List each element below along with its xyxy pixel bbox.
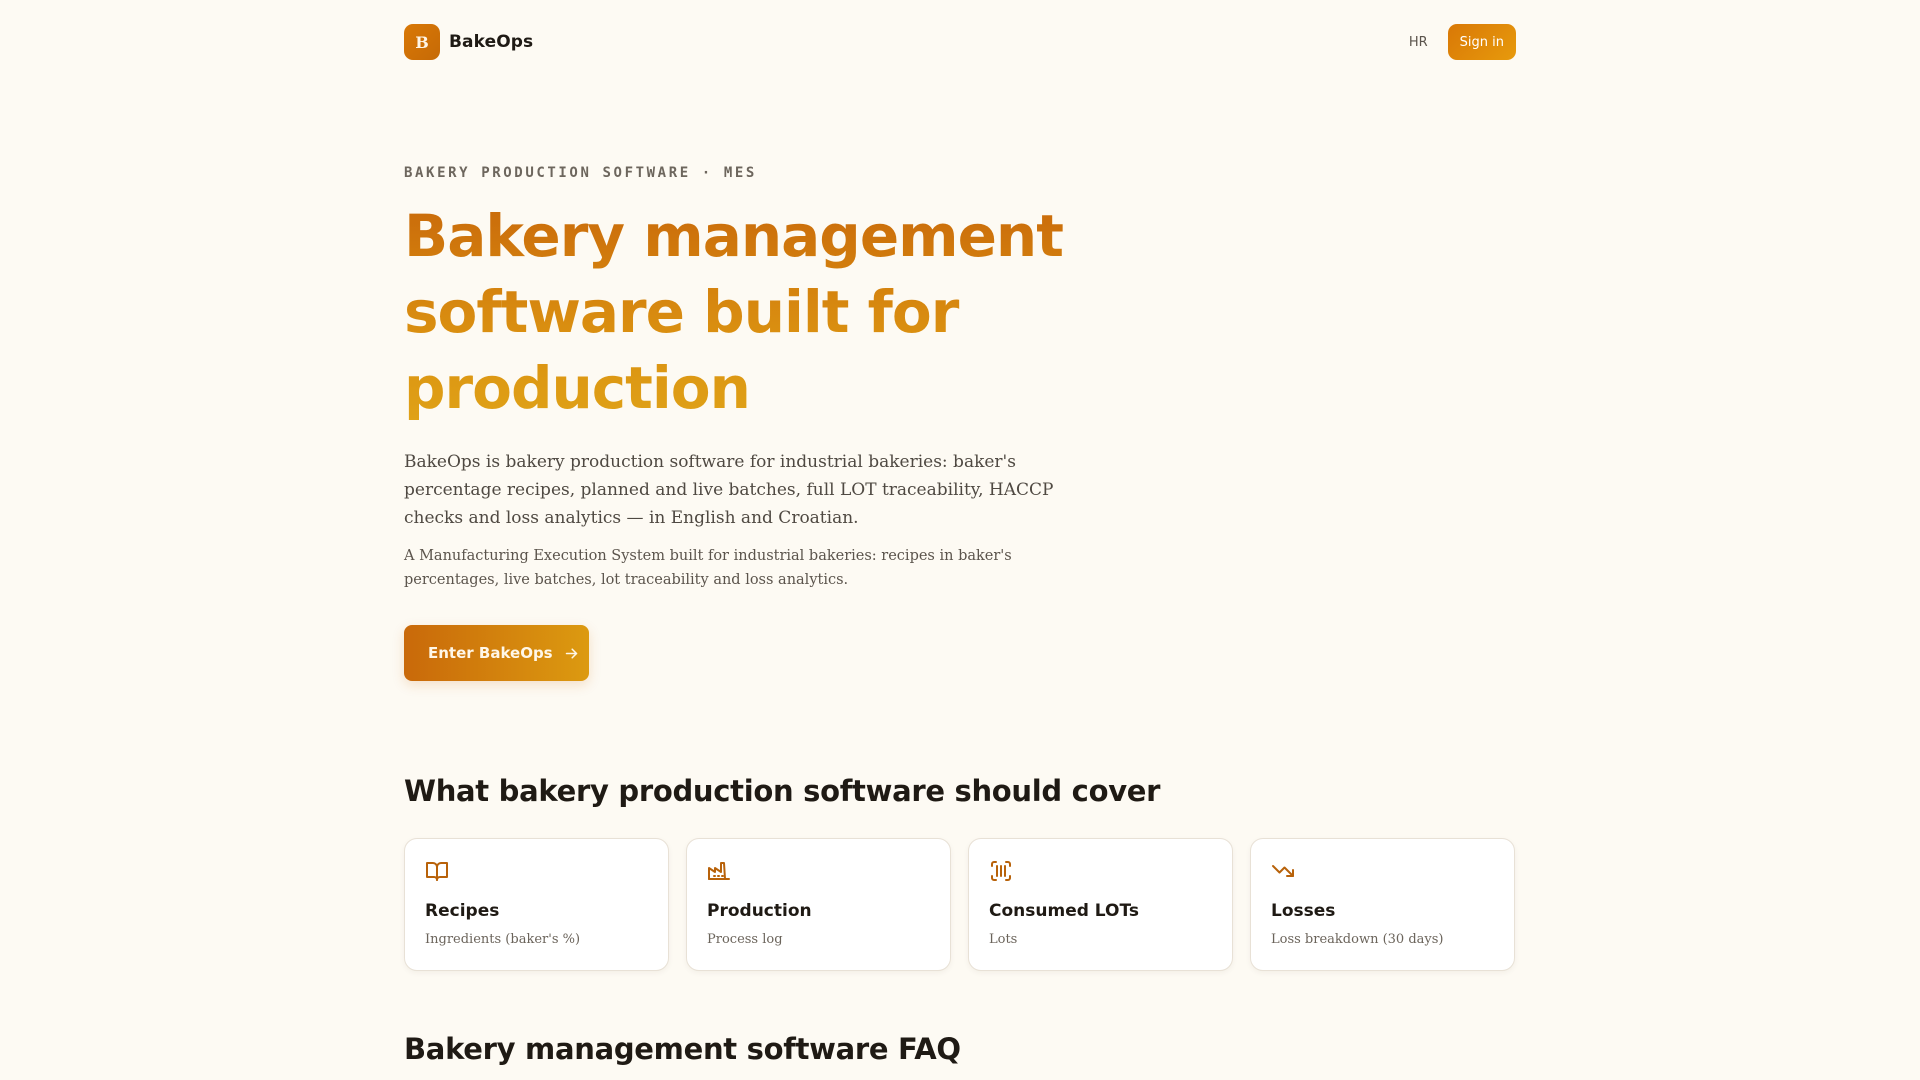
language-switch-link[interactable]: HR: [1407, 35, 1430, 50]
feature-card-recipes: Recipes Ingredients (baker's %): [404, 838, 669, 971]
faq-section-title: Bakery management software FAQ: [404, 1032, 961, 1066]
brand-link[interactable]: B BakeOps: [404, 24, 533, 60]
feature-card-title: Recipes: [425, 901, 500, 921]
hero-sublead: A Manufacturing Execution System built f…: [404, 548, 1012, 588]
header-actions: HR Sign in: [1407, 24, 1516, 60]
feature-card-consumed-lots: Consumed LOTs Lots: [968, 838, 1233, 971]
book-open-icon: [426, 862, 448, 881]
cta-label: Enter BakeOps: [428, 644, 553, 662]
sign-in-button[interactable]: Sign in: [1447, 24, 1516, 60]
feature-card-subtitle: Process log: [707, 932, 783, 947]
feature-card-title: Production: [707, 901, 812, 921]
arrow-right-icon: [565, 647, 577, 659]
brand-name: BakeOps: [449, 32, 534, 52]
feature-card-title: Consumed LOTs: [989, 901, 1139, 921]
hero-title: Bakery management software built for pro…: [404, 198, 1124, 426]
features-section-title: What bakery production software should c…: [404, 774, 1161, 808]
hero-lead: BakeOps is bakery production software fo…: [404, 452, 1054, 528]
feature-card-subtitle: Lots: [989, 932, 1018, 947]
enter-bakeops-button[interactable]: Enter BakeOps: [404, 625, 589, 681]
factory-icon: [708, 862, 730, 880]
feature-card-production: Production Process log: [686, 838, 951, 971]
feature-card-subtitle: Loss breakdown (30 days): [1271, 932, 1444, 947]
feature-card-title: Losses: [1271, 901, 1336, 921]
feature-cards: Recipes Ingredients (baker's %) Producti…: [404, 838, 1516, 971]
feature-card-losses: Losses Loss breakdown (30 days): [1250, 838, 1515, 971]
site-header: B BakeOps HR Sign in: [404, 24, 1516, 60]
hero-eyebrow: BAKERY PRODUCTION SOFTWARE · MES: [404, 165, 757, 181]
brand-logo-badge: B: [404, 24, 440, 60]
feature-card-subtitle: Ingredients (baker's %): [425, 932, 581, 947]
trending-down-icon: [1272, 865, 1294, 877]
scan-barcode-icon: [991, 861, 1011, 881]
